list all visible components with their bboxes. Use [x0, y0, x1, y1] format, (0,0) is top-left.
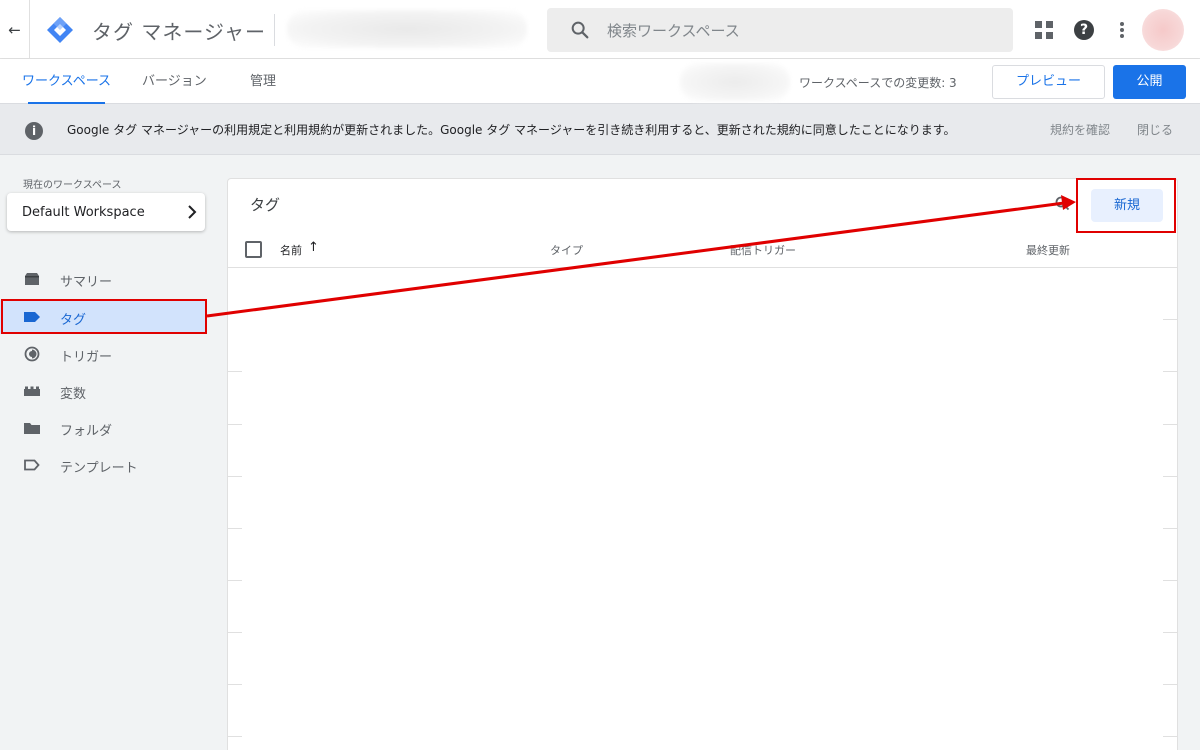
current-workspace-label: 現在のワークスペース — [23, 180, 122, 191]
top-bar: ← タグ マネージャー 検索ワークスペース ? — [0, 0, 1200, 59]
highlight-new-button-annotation — [1076, 178, 1176, 233]
search-placeholder: 検索ワークスペース — [607, 21, 740, 40]
tab-admin[interactable]: 管理 — [250, 59, 276, 104]
chevron-right-icon — [188, 205, 197, 219]
row-divider — [1163, 528, 1177, 529]
select-all-checkbox[interactable] — [245, 241, 262, 258]
search-bar[interactable]: 検索ワークスペース — [547, 8, 1013, 52]
tags-card: タグ 新規 名前 ↑ タイプ 配信トリガー 最終更新 — [227, 178, 1178, 750]
notice-message: Google タグ マネージャーの利用規定と利用規約が更新されました。Googl… — [67, 123, 956, 137]
account-selector[interactable] — [287, 10, 527, 48]
avatar[interactable] — [1142, 9, 1184, 51]
row-divider — [228, 424, 242, 425]
publish-button[interactable]: 公開 — [1113, 65, 1186, 99]
sidebar-item-templates[interactable]: テンプレート — [0, 448, 207, 482]
apps-grid-icon[interactable] — [1035, 21, 1053, 39]
row-divider — [1163, 371, 1177, 372]
tab-versions[interactable]: バージョン — [142, 59, 207, 104]
gtm-logo-icon[interactable] — [46, 16, 74, 44]
trigger-icon — [24, 346, 40, 362]
highlight-tags-nav-annotation — [1, 299, 207, 334]
table-header: 名前 ↑ タイプ 配信トリガー 最終更新 — [228, 231, 1177, 268]
row-divider — [228, 528, 242, 529]
column-name[interactable]: 名前 — [280, 242, 302, 258]
dismiss-link[interactable]: 閉じる — [1137, 121, 1173, 138]
row-divider — [1163, 580, 1177, 581]
preview-button[interactable]: プレビュー — [992, 65, 1105, 99]
template-icon — [24, 459, 40, 471]
sidebar-item-folders[interactable]: フォルダ — [0, 411, 207, 445]
row-divider — [1163, 632, 1177, 633]
review-terms-link[interactable]: 規約を確認 — [1050, 121, 1110, 138]
more-vert-icon[interactable] — [1113, 20, 1131, 40]
search-icon[interactable] — [1054, 195, 1070, 211]
tab-workspace[interactable]: ワークスペース — [22, 59, 111, 104]
workspace-name: Default Workspace — [22, 205, 145, 220]
tab-bar: ワークスペース バージョン 管理 ワークスペースでの変更数: 3 プレビュー 公… — [0, 59, 1200, 104]
row-divider — [1163, 319, 1177, 320]
sidebar-item-triggers[interactable]: トリガー — [0, 337, 207, 371]
row-divider — [1163, 684, 1177, 685]
sort-ascending-icon[interactable]: ↑ — [308, 240, 319, 255]
row-divider — [228, 476, 242, 477]
app-title: タグ マネージャー — [92, 20, 266, 44]
row-divider — [228, 632, 242, 633]
column-firing-trigger[interactable]: 配信トリガー — [730, 242, 796, 258]
card-title: タグ — [250, 196, 281, 214]
column-last-edited[interactable]: 最終更新 — [1026, 242, 1070, 258]
title-divider — [274, 14, 275, 46]
sidebar-item-label: テンプレート — [60, 461, 138, 476]
search-icon — [571, 21, 589, 39]
back-arrow-icon[interactable]: ← — [0, 0, 30, 59]
summary-icon — [25, 273, 39, 285]
row-divider — [228, 580, 242, 581]
info-icon: i — [25, 122, 43, 140]
row-divider — [1163, 424, 1177, 425]
sidebar-item-variables[interactable]: 変数 — [0, 374, 207, 408]
row-divider — [228, 736, 242, 737]
variable-icon — [24, 386, 40, 396]
column-type[interactable]: タイプ — [550, 242, 583, 258]
workspace-changes-count: ワークスペースでの変更数: 3 — [799, 76, 957, 90]
terms-notice-banner: i Google タグ マネージャーの利用規定と利用規約が更新されました。Goo… — [0, 104, 1200, 155]
sidebar-item-label: サマリー — [60, 275, 113, 290]
sidebar-item-summary[interactable]: サマリー — [0, 262, 207, 296]
workspace-selector[interactable]: Default Workspace — [7, 193, 205, 231]
row-divider — [1163, 476, 1177, 477]
row-divider — [228, 684, 242, 685]
row-divider — [228, 371, 242, 372]
sidebar-item-label: トリガー — [60, 350, 113, 365]
row-divider — [1163, 736, 1177, 737]
sidebar-item-label: フォルダ — [60, 424, 113, 439]
container-info — [680, 63, 790, 101]
help-icon[interactable]: ? — [1074, 20, 1094, 40]
sidebar-item-label: 変数 — [60, 387, 87, 402]
folder-icon — [24, 423, 40, 434]
